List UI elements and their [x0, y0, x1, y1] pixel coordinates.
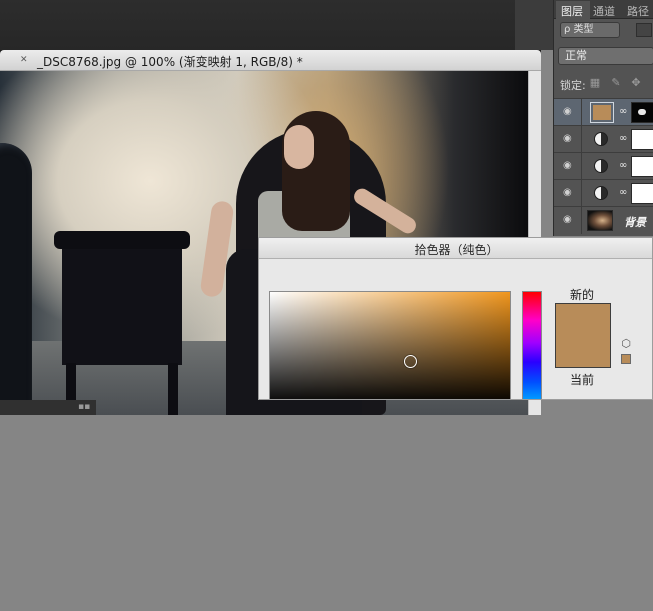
layer-row-background[interactable]: ◉ 背景 — [554, 206, 653, 234]
layer-filter-select[interactable]: ρ 类型 — [560, 22, 620, 38]
lock-move-icon[interactable]: ✥ — [630, 77, 642, 89]
current-color-label: 当前 — [569, 373, 594, 387]
workspace-seam — [515, 0, 553, 50]
adjustment-layer-icon[interactable] — [594, 159, 608, 173]
layer-row-adjustment[interactable]: ◉ ∞ — [554, 152, 653, 180]
photo-cabinet-top — [54, 231, 190, 249]
layer-divider — [581, 153, 582, 180]
layer-row-adjustment[interactable]: ◉ ∞ — [554, 125, 653, 153]
lock-pixels-icon[interactable]: ▦ — [589, 77, 601, 89]
layer-row-color-fill[interactable]: ◉ ∞ — [554, 98, 653, 126]
photo-person-face — [284, 125, 314, 169]
websafe-color-swatch[interactable] — [621, 354, 631, 364]
layer-fill-thumbnail[interactable] — [590, 102, 614, 123]
workspace-top — [0, 0, 553, 50]
blend-mode-select[interactable]: 正常 — [558, 47, 653, 65]
tab-layers[interactable]: 图层 — [561, 3, 583, 19]
layer-mask-thumbnail[interactable] — [631, 129, 653, 150]
new-color-label: 新的 — [569, 288, 594, 302]
navigator-icon[interactable]: ▪▪ — [78, 402, 90, 413]
layer-row-adjustment[interactable]: ◉ ∞ — [554, 179, 653, 207]
layer-divider — [581, 180, 582, 207]
saturation-brightness-field[interactable] — [269, 291, 511, 399]
document-status-bar: ▪▪ — [0, 400, 96, 415]
link-chain-icon[interactable]: ∞ — [619, 160, 627, 172]
color-picker-dialog: 拾色器（纯色） 新的 当前 ⬡ — [258, 237, 653, 400]
layer-photo-thumbnail[interactable] — [587, 210, 613, 231]
layers-panel-tabs: 图层 通道 路径 — [554, 0, 653, 19]
tab-channels[interactable]: 通道 — [593, 3, 615, 19]
adjustment-layer-icon[interactable] — [594, 186, 608, 200]
lock-label: 锁定: — [560, 79, 586, 92]
color-picker-title: 拾色器（纯色） — [414, 243, 499, 257]
document-title-bar[interactable]: ✕ _DSC8768.jpg @ 100% (渐变映射 1, RGB/8) * — [0, 50, 541, 71]
color-comparison-swatch — [555, 303, 611, 368]
photo-cabinet-body — [62, 247, 182, 365]
photo-left-chair — [0, 143, 32, 415]
filter-image-icon[interactable] — [636, 23, 652, 37]
gamut-warning-cube-icon[interactable]: ⬡ — [620, 338, 632, 350]
link-chain-icon[interactable]: ∞ — [619, 187, 627, 199]
hue-slider[interactable] — [522, 291, 542, 399]
current-color-swatch[interactable] — [556, 336, 610, 367]
layer-divider — [581, 207, 582, 234]
visibility-eye-icon[interactable]: ◉ — [563, 161, 575, 171]
visibility-eye-icon[interactable]: ◉ — [563, 188, 575, 198]
layer-mask-thumbnail[interactable] — [631, 102, 653, 123]
layer-divider — [581, 99, 582, 126]
adjustment-layer-icon[interactable] — [594, 132, 608, 146]
tab-paths[interactable]: 路径 — [627, 3, 649, 19]
layers-panel: 图层 通道 路径 ρ 类型 正常 锁定: ▦ ✎ ✥ ◉ ∞ ◉ ∞ ◉ ∞ ◉… — [553, 0, 653, 236]
link-chain-icon[interactable]: ∞ — [619, 133, 627, 145]
lock-paint-icon[interactable]: ✎ — [610, 77, 622, 89]
color-picker-title-bar[interactable]: 拾色器（纯色） — [259, 238, 652, 259]
layer-name[interactable]: 背景 — [624, 214, 646, 230]
fill-color-swatch — [593, 105, 611, 120]
link-chain-icon[interactable]: ∞ — [619, 106, 627, 118]
layer-mask-thumbnail[interactable] — [631, 183, 653, 204]
new-color-swatch — [556, 304, 610, 336]
visibility-eye-icon[interactable]: ◉ — [563, 134, 575, 144]
color-field-cursor[interactable] — [404, 355, 417, 368]
document-title: _DSC8768.jpg @ 100% (渐变映射 1, RGB/8) * — [37, 55, 303, 69]
layer-mask-thumbnail[interactable] — [631, 156, 653, 177]
visibility-eye-icon[interactable]: ◉ — [563, 107, 575, 117]
close-icon[interactable]: ✕ — [20, 56, 28, 65]
visibility-eye-icon[interactable]: ◉ — [563, 215, 575, 225]
layer-divider — [581, 126, 582, 153]
